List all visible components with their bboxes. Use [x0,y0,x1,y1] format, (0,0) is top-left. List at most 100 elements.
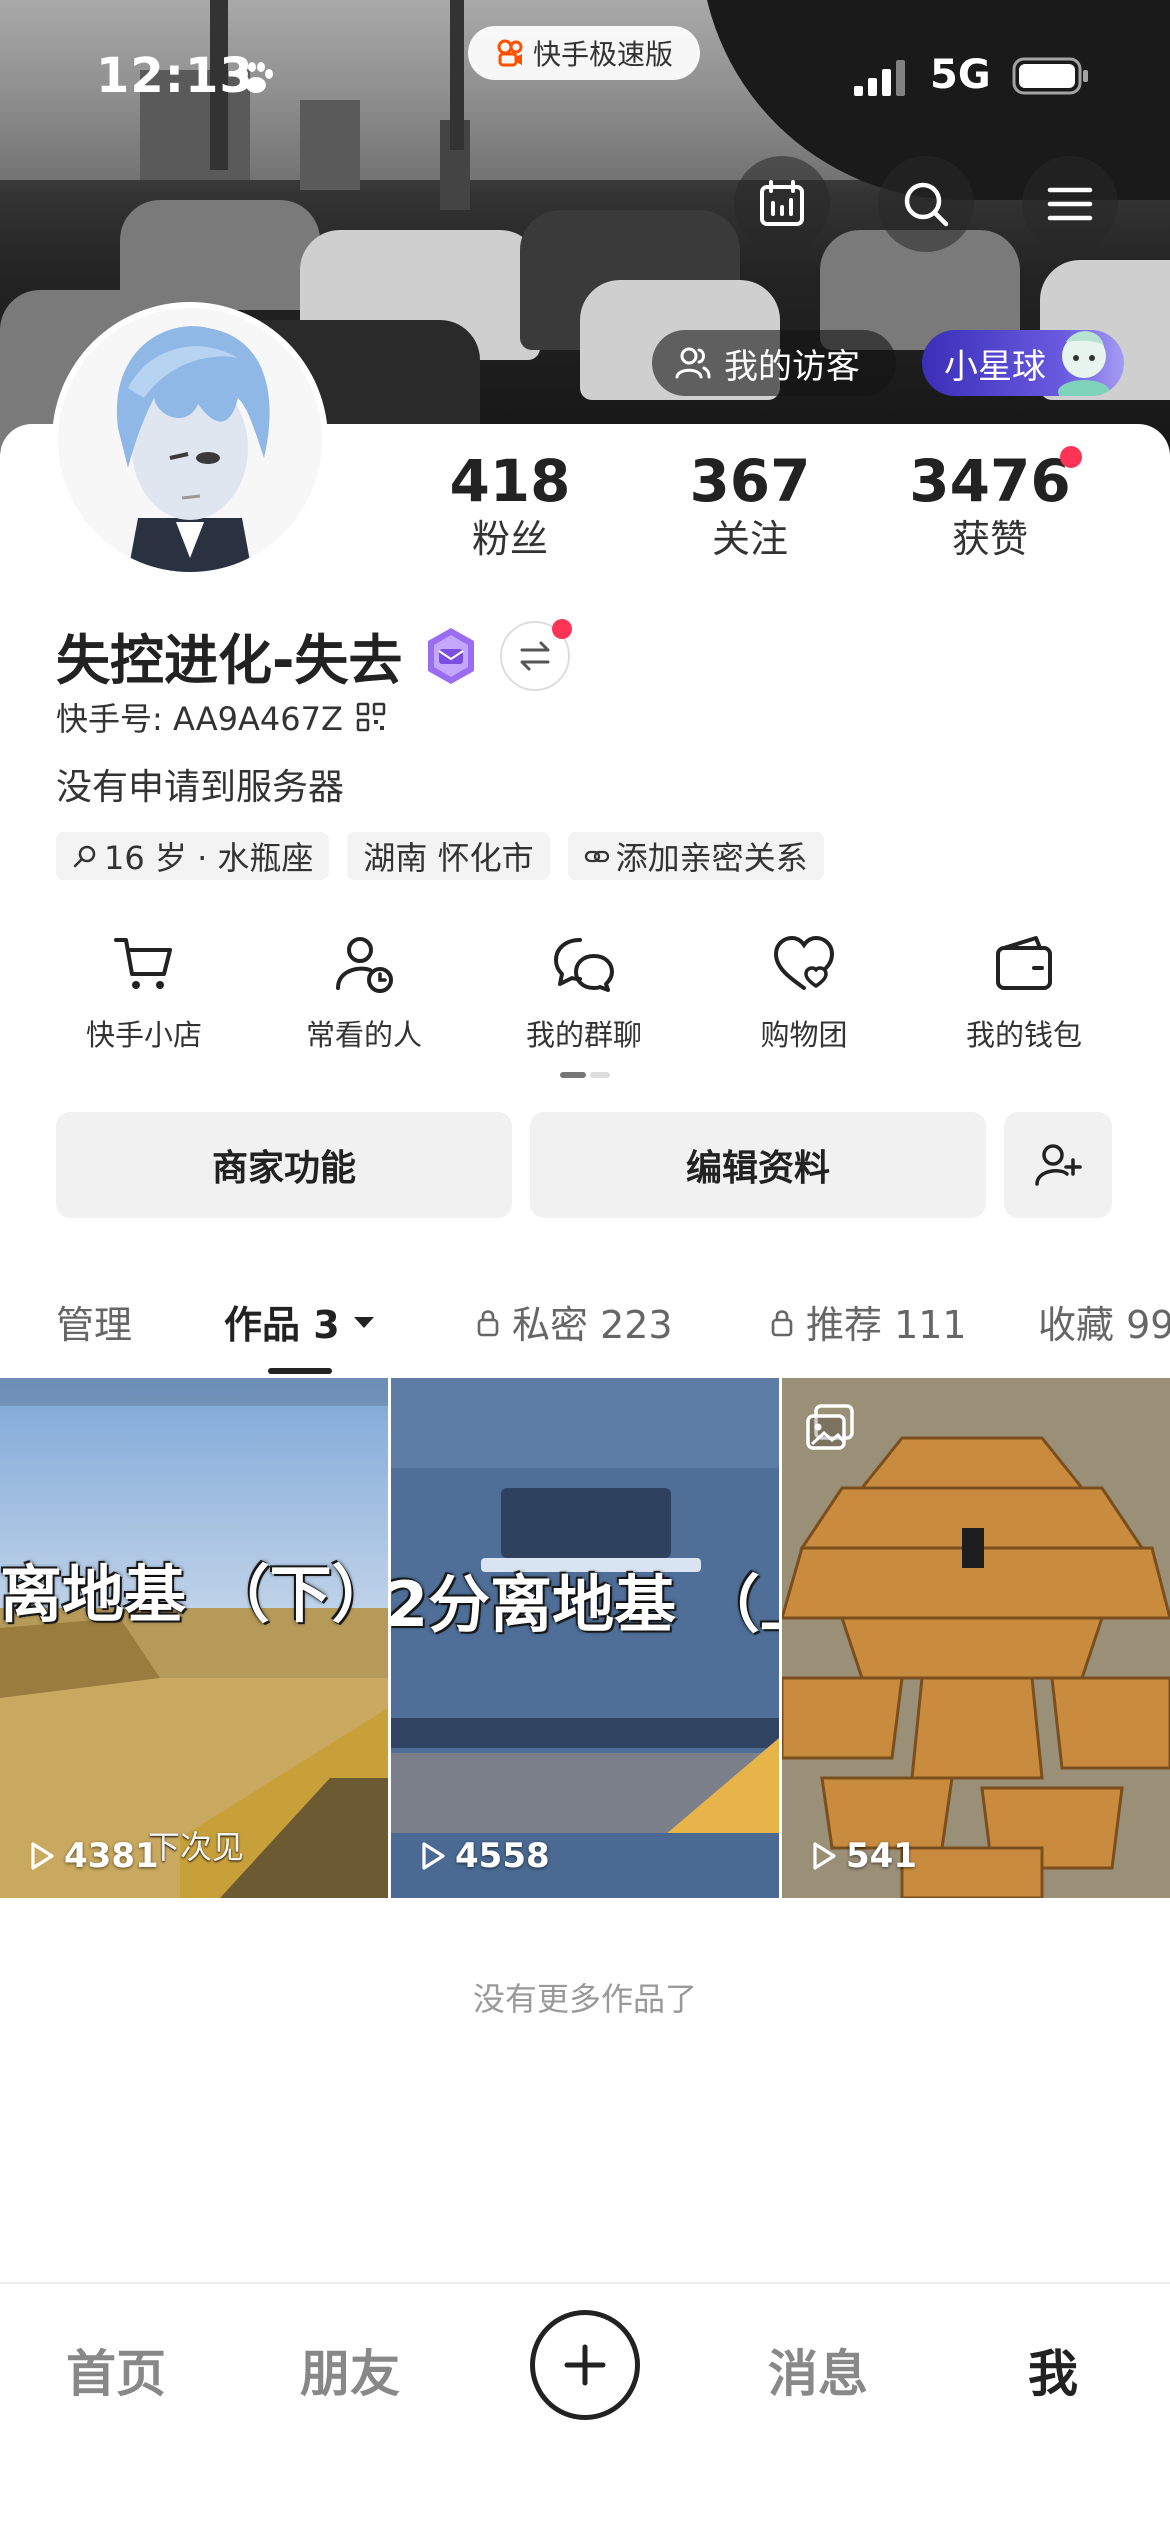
shortcut-pager [560,1072,610,1078]
stat-followers[interactable]: 418 粉丝 [410,446,610,562]
tab-label: 收藏 99 [1038,1303,1170,1347]
kuaishou-id: 快手号: AA9A467Z [56,700,343,738]
play-count-value: 4381 [64,1836,159,1876]
bottom-navigation: 首页 朋友 消息 我 [0,2282,1170,2532]
shortcut-my-wallet[interactable]: 我的钱包 [914,930,1134,1054]
shortcut-frequent-people[interactable]: 常看的人 [254,930,474,1054]
works-grid: 离地基 （下） 4381 下次见 2分离地基 （上 4558 [0,1378,1170,1898]
play-icon [422,1842,445,1870]
tab-works[interactable]: 作品 3 [224,1294,380,1349]
avatar-image [58,308,322,572]
shortcut-shopping-group[interactable]: 购物团 [694,930,914,1054]
nav-me[interactable]: 我 [1028,2334,1078,2406]
shortcut-kuaishou-store[interactable]: 快手小店 [34,930,254,1054]
tag-location-label: 湖南 怀化市 [363,839,534,877]
qr-code-icon[interactable] [355,701,387,733]
switch-notification-dot [552,618,573,639]
followers-count: 418 [449,447,571,515]
tab-label: 私密 223 [512,1303,673,1347]
tag-age[interactable]: 16 岁 · 水瓶座 [56,832,330,880]
play-icon [31,1842,54,1870]
little-planet-label: 小星球 [944,346,1046,387]
user-clock-icon [336,937,393,993]
merchant-features-button[interactable]: 商家功能 [56,1112,512,1218]
lock-icon [771,1309,793,1336]
cart-icon [114,938,172,989]
edit-profile-button[interactable]: 编辑资料 [530,1112,986,1218]
tab-label: 推荐 111 [806,1303,967,1347]
edit-profile-label: 编辑资料 [685,1148,830,1189]
kuaishou-logo-icon [497,39,523,67]
paw-icon [240,62,273,93]
my-visitors-button[interactable]: 我的访客 [652,330,896,396]
followers-label: 粉丝 [471,517,548,561]
play-count: 541 [806,1836,917,1876]
play-count-value: 541 [846,1836,917,1876]
network-label: 5G [930,52,991,98]
tag-add-relationship[interactable]: 添加亲密关系 [567,832,824,880]
create-post-button[interactable] [530,2310,640,2420]
app-switch-pill[interactable]: 快手极速版 [468,26,700,80]
tab-private[interactable]: 私密 223 [472,1294,673,1349]
avatar[interactable] [52,302,328,578]
profile-name: 失控进化-失去 [56,629,403,692]
gallery-icon [806,1404,854,1450]
kuaishou-id-row[interactable]: 快手号: AA9A467Z [56,694,387,740]
little-planet-button[interactable]: 小星球 [922,330,1124,396]
planet-mascot-icon [1058,331,1110,396]
shortcut-label: 购物团 [760,1018,848,1052]
merchant-features-label: 商家功能 [211,1148,356,1189]
work-thumbnail-image [782,1378,1170,1898]
tab-recommended[interactable]: 推荐 111 [766,1294,967,1349]
shortcut-label: 快手小店 [85,1018,202,1052]
name-row: 失控进化-失去 [56,616,573,695]
search-icon [904,182,949,227]
play-count: 4558 [415,1836,550,1876]
tag-location[interactable]: 湖南 怀化市 [347,832,550,880]
gender-icon [73,845,96,868]
work-caption: 离地基 （下） [0,1558,388,1631]
level-badge-icon[interactable] [420,625,482,687]
profile-tags: 16 岁 · 水瓶座 湖南 怀化市 添加亲密关系 [56,832,824,880]
work-thumbnail[interactable]: 541 [782,1378,1170,1898]
following-count: 367 [689,447,811,515]
play-count: 4381 [24,1836,159,1876]
nav-messages[interactable]: 消息 [768,2334,868,2406]
signal-icon [854,60,905,96]
add-friend-button[interactable] [1004,1112,1112,1218]
work-thumbnail[interactable]: 2分离地基 （上 4558 [391,1378,779,1898]
tag-add-relationship-label: 添加亲密关系 [615,839,808,877]
wallet-icon [996,936,1052,990]
calendar-button[interactable] [734,156,830,252]
stat-likes[interactable]: 3476 获赞 [890,446,1090,562]
my-visitors-label: 我的访客 [724,346,860,387]
nav-friends[interactable]: 朋友 [300,2334,400,2406]
calendar-icon [760,180,804,226]
shortcut-label: 我的群聊 [525,1018,642,1052]
no-more-works-text: 没有更多作品了 [472,1980,697,2018]
menu-icon [1047,187,1093,221]
shortcut-label: 我的钱包 [965,1018,1082,1052]
add-user-icon [1035,1144,1082,1186]
chat-bubbles-icon [554,938,614,992]
tab-favorites[interactable]: 收藏 99 [1038,1294,1170,1349]
following-label: 关注 [711,517,788,561]
lock-icon [477,1309,499,1336]
app-pill-label: 快手极速版 [532,38,673,71]
tab-manage[interactable]: 管理 [56,1294,132,1349]
menu-button[interactable] [1022,156,1118,252]
battery-icon [1012,57,1088,95]
work-caption: 2分离地基 （上 [391,1568,779,1641]
switch-account-button[interactable] [500,618,573,691]
likes-label: 获赞 [951,517,1028,561]
work-thumbnail[interactable]: 离地基 （下） 4381 下次见 [0,1378,388,1898]
nav-home[interactable]: 首页 [66,2334,166,2406]
work-thumbnail-image [0,1378,388,1898]
likes-notification-dot [1060,446,1082,468]
profile-tabs: 管理 作品 3 私密 223 推荐 111 收藏 99 [0,1286,1170,1350]
search-button[interactable] [878,156,974,252]
stat-following[interactable]: 367 关注 [650,446,850,562]
caret-down-icon [353,1316,374,1328]
shortcut-my-group-chats[interactable]: 我的群聊 [474,930,694,1054]
tab-label: 作品 3 [224,1303,340,1347]
